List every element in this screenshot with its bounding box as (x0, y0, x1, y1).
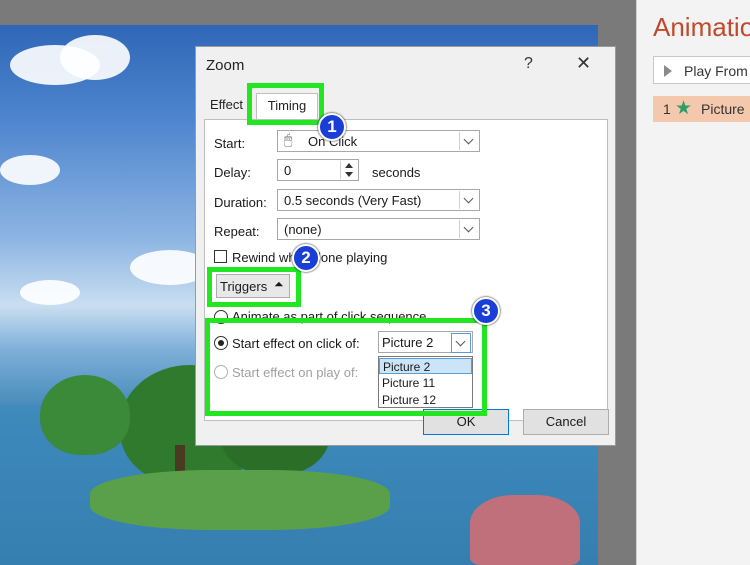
start-select[interactable]: On Click 🖱 (277, 130, 480, 152)
repeat-label: Repeat: (214, 224, 260, 239)
step-badge-1: 1 (318, 113, 346, 141)
animation-pane-title: Animatio (653, 12, 750, 42)
highlight-box-triggers (207, 267, 301, 307)
chevron-down-icon (459, 132, 478, 150)
repeat-select[interactable]: (none) (277, 218, 480, 240)
animation-item-number: 1 (663, 101, 671, 117)
delay-unit: seconds (372, 165, 421, 180)
step-badge-3: 3 (472, 297, 500, 325)
flowers (470, 495, 580, 565)
start-label: Start: (214, 136, 246, 151)
chevron-down-icon (459, 191, 478, 209)
highlight-box-timing (247, 83, 324, 125)
help-button[interactable]: ? (524, 55, 533, 73)
delay-label: Delay: (214, 165, 251, 180)
play-from-label: Play From (684, 63, 748, 79)
duration-value: 0.5 seconds (Very Fast) (284, 193, 422, 208)
animation-list-item[interactable]: 1 ★ Picture (653, 96, 750, 122)
play-from-button[interactable]: Play From (653, 56, 750, 84)
highlight-box-trigger-options (205, 318, 487, 416)
spin-down-icon[interactable] (345, 172, 353, 177)
tab-effect[interactable]: Effect (210, 97, 243, 119)
spin-up-icon[interactable] (345, 163, 353, 168)
chevron-down-icon (459, 220, 478, 238)
cloud (60, 35, 130, 80)
animation-item-label: Picture (701, 101, 745, 117)
step-badge-2: 2 (292, 244, 320, 272)
close-button[interactable]: ✕ (576, 53, 591, 74)
duration-label: Duration: (214, 195, 267, 210)
island (90, 470, 390, 530)
rewind-checkbox[interactable] (214, 250, 227, 263)
dialog-title: Zoom (206, 57, 245, 74)
cancel-button[interactable]: Cancel (523, 409, 609, 435)
spin-buttons[interactable] (340, 161, 357, 179)
delay-value: 0 (284, 163, 292, 178)
delay-stepper[interactable]: 0 (277, 159, 359, 181)
play-icon (664, 65, 672, 77)
cloud (20, 280, 80, 305)
repeat-value: (none) (284, 222, 322, 237)
tree (40, 375, 130, 455)
animation-pane: Animatio Play From 1 ★ Picture (636, 0, 750, 565)
cloud (0, 155, 60, 185)
star-icon: ★ (675, 98, 693, 119)
mouse-icon: 🖱 (284, 131, 293, 147)
duration-select[interactable]: 0.5 seconds (Very Fast) (277, 189, 480, 211)
